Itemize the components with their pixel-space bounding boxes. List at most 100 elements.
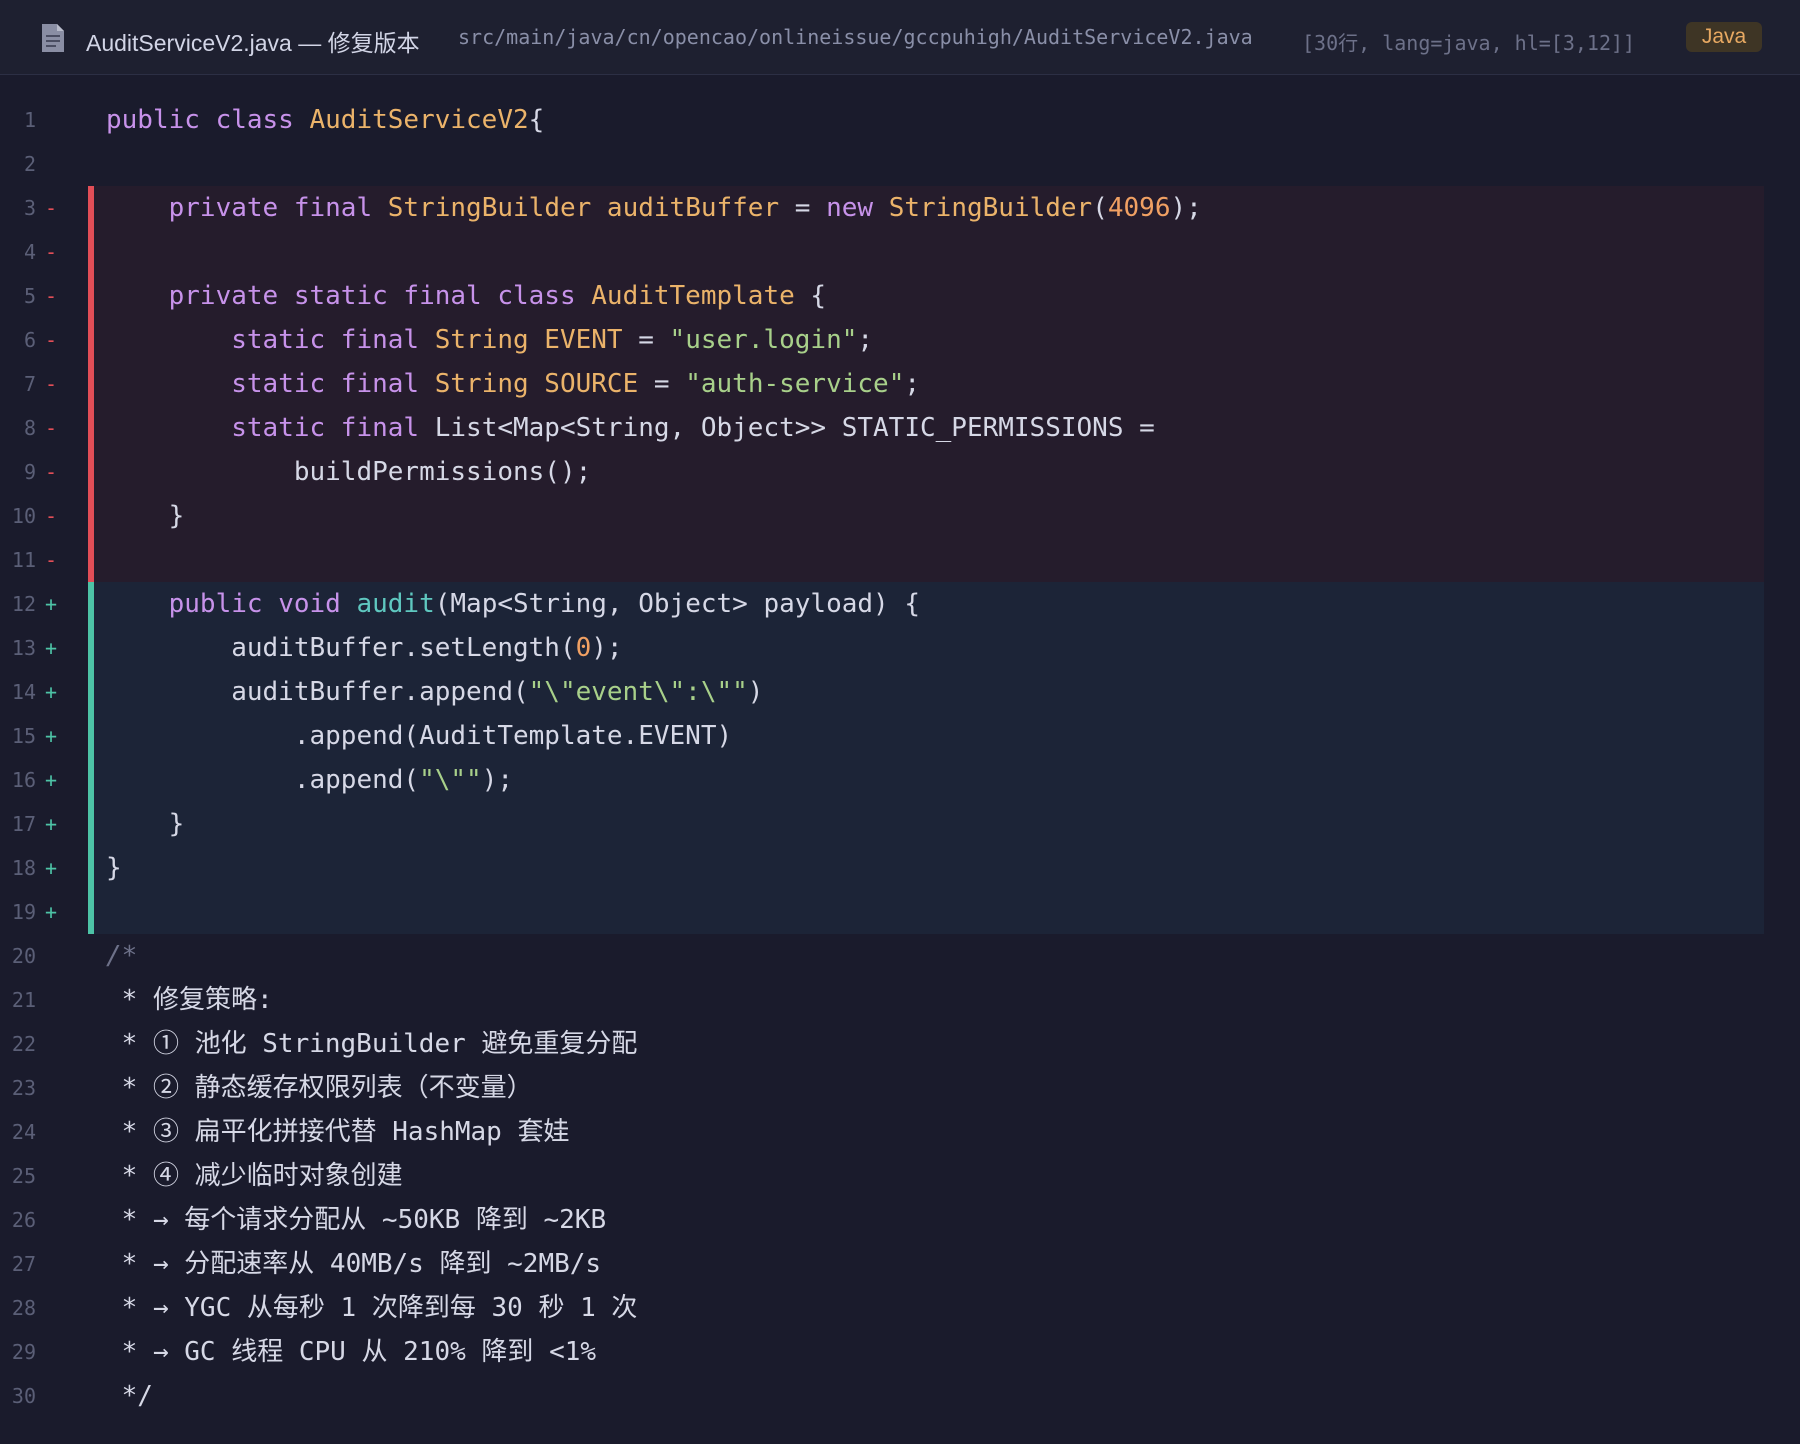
line-number: 6 [23,328,36,352]
code-token: * ③ 扁平化拼接代替 HashMap 套娃 [106,1117,570,1147]
code-text: * → 分配速率从 40MB/s 降到 ~2MB/s [106,1242,601,1286]
code-line: 26 * → 每个请求分配从 ~50KB 降到 ~2KB [0,1198,1800,1242]
code-token: (Map<String, Object> payload) { [434,589,921,619]
code-line: 10- } [0,494,1800,538]
code-line: 9- buildPermissions(); [0,450,1800,494]
line-number: 3 [23,196,36,220]
code-token: { [528,105,545,135]
code-text: } [106,846,122,890]
code-text: auditBuffer.setLength(0); [106,626,622,670]
diff-marker: - [45,240,58,264]
diff-marker: - [45,284,58,308]
diff-marker: - [45,504,58,528]
code-token: ( [1092,193,1108,223]
code-line: 25 * ④ 减少临时对象创建 [0,1154,1800,1198]
code-token: auditBuffer.append( [106,677,529,707]
code-token: buildPermissions(); [106,457,592,487]
code-token: auditBuffer.setLength( [106,633,576,663]
code-token: "\"event\":\"" [528,677,748,707]
code-line: 24 * ③ 扁平化拼接代替 HashMap 套娃 [0,1110,1800,1154]
code-token: StringBuilder auditBuffer [387,193,780,223]
code-text: .append("\""); [106,758,513,802]
code-line: 30 */ [0,1374,1800,1418]
removed-line-bar [88,450,94,494]
code-token: static final [231,413,435,443]
added-line-highlight [88,802,1764,846]
code-token: ; [904,369,921,399]
code-text: auditBuffer.append("\"event\":\"") [106,670,763,714]
added-line-bar [88,846,94,890]
line-number: 8 [23,416,36,440]
diff-marker: - [45,196,58,220]
file-header: AuditServiceV2.java — 修复版本 src/main/java… [0,0,1800,75]
code-line: 3- private final StringBuilder auditBuff… [0,186,1800,230]
code-line: 13 + auditBuffer.setLength(0); [0,626,1800,670]
code-text: static final String EVENT = "user.login"… [106,318,873,362]
added-line-bar [88,582,94,626]
diff-marker: + [45,812,58,836]
code-line: 20 /* [0,934,1800,978]
line-number: 14 [11,680,36,704]
diff-marker: + [45,900,58,924]
code-token: static final [231,369,435,399]
code-token: ); [1170,193,1202,223]
code-token: = [779,193,827,223]
code-token: "user.login" [669,325,858,355]
line-number: 13 [11,636,36,660]
code-text: * 修复策略: [106,978,273,1022]
added-line-bar [88,890,94,934]
code-token: /* [106,941,138,971]
code-text: * ③ 扁平化拼接代替 HashMap 套娃 [106,1110,570,1154]
line-number: 5 [23,284,36,308]
code-line: 23 * ② 静态缓存权限列表（不变量） [0,1066,1800,1110]
code-text: * ① 池化 StringBuilder 避免重复分配 [106,1022,638,1066]
removed-line-bar [88,274,94,318]
code-token: private final [168,193,388,223]
code-line: 19 + [0,890,1800,934]
line-number: 10 [11,504,36,528]
code-token: "\"" [419,765,482,795]
code-token: audit [356,589,435,619]
added-line-highlight [88,890,1764,934]
code-token: AuditServiceV2 [309,105,529,135]
code-token: * ② 静态缓存权限列表（不变量） [106,1073,533,1103]
code-line: 22 * ① 池化 StringBuilder 避免重复分配 [0,1022,1800,1066]
removed-line-bar [88,318,94,362]
code-text: buildPermissions(); [106,450,591,494]
diff-marker: + [45,856,58,880]
code-token: } [106,853,122,883]
code-text: * ② 静态缓存权限列表（不变量） [106,1066,533,1110]
code-token: * ① 池化 StringBuilder 避免重复分配 [106,1029,638,1059]
diff-marker: - [45,460,58,484]
diff-marker: - [45,416,58,440]
line-number: 1 [23,108,36,132]
added-line-bar [88,626,94,670]
code-token: AuditTemplate [591,281,795,311]
code-token: private static final class [168,281,592,311]
code-line: 6- static final String EVENT = "user.log… [0,318,1800,362]
removed-line-highlight [88,494,1764,538]
file-title: AuditServiceV2.java — 修复版本 [86,30,420,56]
file-icon [42,24,64,52]
code-text: private static final class AuditTemplate… [106,274,826,318]
code-token: static final [231,325,435,355]
code-token: ; [857,325,874,355]
added-line-bar [88,714,94,758]
line-number: 18 [11,856,36,880]
code-line: 5- private static final class AuditTempl… [0,274,1800,318]
line-number: 2 [23,152,36,176]
diff-marker: - [45,548,58,572]
removed-line-bar [88,538,94,582]
added-line-bar [88,802,94,846]
diff-marker: - [45,372,58,396]
added-line-bar [88,758,94,802]
line-number: 24 [11,1120,36,1144]
code-token: { [794,281,827,311]
diff-marker: + [45,680,58,704]
diff-marker: - [45,328,58,352]
line-number: 12 [11,592,36,616]
